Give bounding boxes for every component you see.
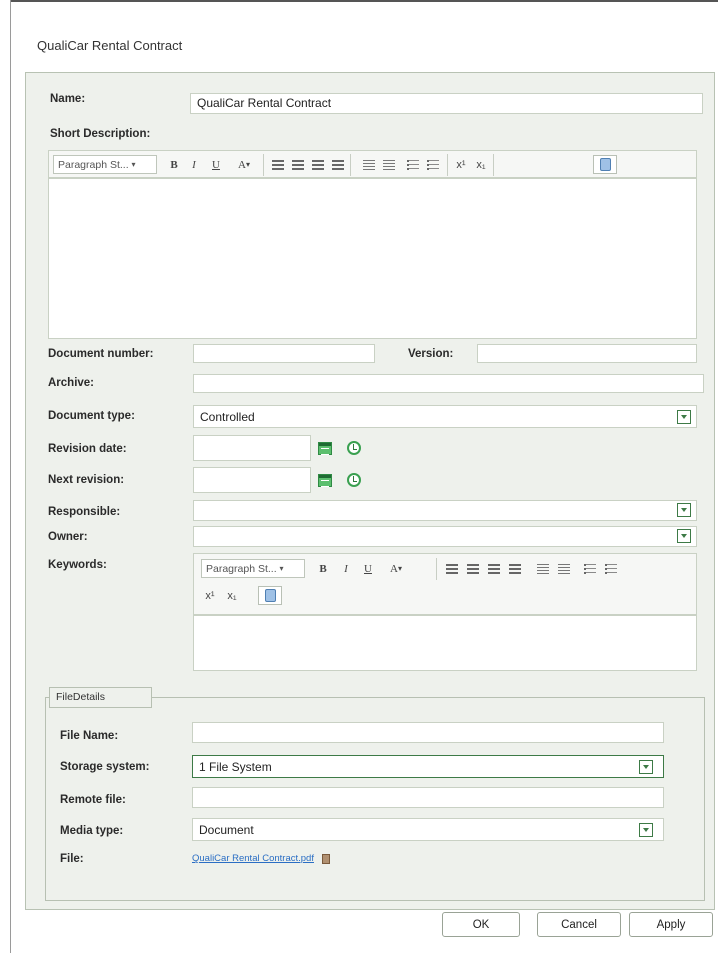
source-view-icon[interactable] <box>593 155 617 174</box>
italic-button[interactable]: I <box>339 559 353 578</box>
ok-button[interactable]: OK <box>442 912 520 937</box>
toolbar-divider <box>436 558 437 580</box>
trash-icon[interactable] <box>322 854 330 864</box>
italic-button[interactable]: I <box>187 155 201 174</box>
remote-file-label: Remote file: <box>60 794 126 806</box>
numbered-list-icon[interactable] <box>425 155 441 174</box>
version-label: Version: <box>408 348 454 360</box>
underline-button[interactable]: U <box>361 559 375 578</box>
storage-system-label: Storage system: <box>60 761 150 773</box>
toolbar-divider <box>493 154 494 176</box>
file-details-tab[interactable]: FileDetails <box>49 687 152 708</box>
short-description-editor[interactable] <box>48 178 697 339</box>
archive-label: Archive: <box>48 377 95 389</box>
align-left-icon[interactable] <box>270 155 286 174</box>
file-name-label: File Name: <box>60 730 119 742</box>
file-download-link[interactable]: QualiCar Rental Contract.pdf <box>192 853 314 864</box>
numbered-list-icon[interactable] <box>603 559 619 578</box>
file-label: File: <box>60 853 84 865</box>
document-number-label: Document number: <box>48 348 154 360</box>
window-left-border <box>10 0 11 953</box>
next-revision-clock-icon[interactable] <box>347 473 361 487</box>
next-revision-input[interactable] <box>193 467 311 493</box>
cancel-button[interactable]: Cancel <box>537 912 621 937</box>
font-size-button[interactable]: A ▾ <box>233 155 255 174</box>
responsible-label: Responsible: <box>48 506 121 518</box>
owner-dropdown-icon[interactable] <box>677 529 691 543</box>
archive-input[interactable] <box>193 374 704 393</box>
remote-file-input[interactable] <box>192 787 664 808</box>
next-revision-calendar-icon[interactable] <box>318 474 332 487</box>
short-description-toolbar: Paragraph St... ▾ B I U A ▾ x¹ x₁ <box>48 150 697 178</box>
keywords-toolbar: Paragraph St... ▾ B I U A ▾ x¹ x₁ <box>193 553 697 615</box>
align-right-icon[interactable] <box>310 155 326 174</box>
owner-label: Owner: <box>48 531 88 543</box>
align-center-icon[interactable] <box>465 559 481 578</box>
bold-button[interactable]: B <box>316 559 330 578</box>
indent-icon[interactable] <box>556 559 572 578</box>
next-revision-label: Next revision: <box>48 474 125 486</box>
align-justify-icon[interactable] <box>330 155 346 174</box>
revision-date-input[interactable] <box>193 435 311 461</box>
name-input[interactable]: QualiCar Rental Contract <box>190 93 703 114</box>
document-type-label: Document type: <box>48 410 135 422</box>
subscript-button[interactable]: x₁ <box>473 155 489 174</box>
media-type-label: Media type: <box>60 825 124 837</box>
keywords-label: Keywords: <box>48 559 107 571</box>
bold-button[interactable]: B <box>167 155 181 174</box>
revision-date-calendar-icon[interactable] <box>318 442 332 455</box>
responsible-select[interactable] <box>193 500 697 521</box>
indent-icon[interactable] <box>381 155 397 174</box>
document-type-dropdown-icon[interactable] <box>677 410 691 424</box>
keywords-editor[interactable] <box>193 615 697 671</box>
window-top-border <box>10 0 718 6</box>
bullet-list-icon[interactable] <box>582 559 598 578</box>
revision-date-label: Revision date: <box>48 443 127 455</box>
file-name-input[interactable] <box>192 722 664 743</box>
responsible-dropdown-icon[interactable] <box>677 503 691 517</box>
font-size-button[interactable]: A ▾ <box>385 559 407 578</box>
outdent-icon[interactable] <box>361 155 377 174</box>
media-type-select[interactable]: Document <box>192 818 664 841</box>
window-title: QualiCar Rental Contract <box>37 38 183 53</box>
media-type-dropdown-icon[interactable] <box>639 823 653 837</box>
toolbar-divider <box>350 154 351 176</box>
superscript-button[interactable]: x¹ <box>453 155 469 174</box>
align-justify-icon[interactable] <box>507 559 523 578</box>
align-center-icon[interactable] <box>290 155 306 174</box>
document-type-select[interactable]: Controlled <box>193 405 697 428</box>
version-input[interactable] <box>477 344 697 363</box>
toolbar-divider <box>263 154 264 176</box>
storage-system-select[interactable]: 1 File System <box>192 755 664 778</box>
paragraph-style-select[interactable]: Paragraph St... ▾ <box>201 559 305 578</box>
subscript-button[interactable]: x₁ <box>224 586 240 605</box>
source-view-icon[interactable] <box>258 586 282 605</box>
outdent-icon[interactable] <box>535 559 551 578</box>
bullet-list-icon[interactable] <box>405 155 421 174</box>
storage-system-dropdown-icon[interactable] <box>639 760 653 774</box>
toolbar-divider <box>447 154 448 176</box>
document-number-input[interactable] <box>193 344 375 363</box>
paragraph-style-select[interactable]: Paragraph St... ▾ <box>53 155 157 174</box>
revision-date-clock-icon[interactable] <box>347 441 361 455</box>
short-description-label: Short Description: <box>50 128 151 140</box>
align-left-icon[interactable] <box>444 559 460 578</box>
name-label: Name: <box>50 93 86 105</box>
apply-button[interactable]: Apply <box>629 912 713 937</box>
superscript-button[interactable]: x¹ <box>202 586 218 605</box>
owner-select[interactable] <box>193 526 697 547</box>
align-right-icon[interactable] <box>486 559 502 578</box>
underline-button[interactable]: U <box>209 155 223 174</box>
